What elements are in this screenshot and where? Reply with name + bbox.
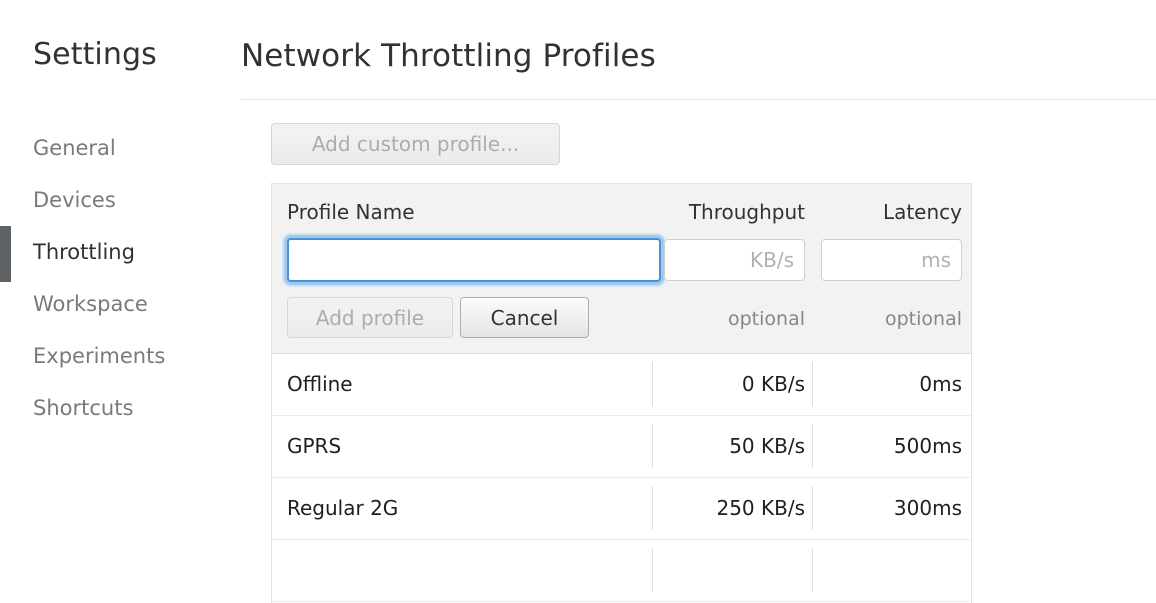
column-separator [812, 362, 813, 406]
table-row[interactable]: GPRS 50 KB/s 500ms [272, 416, 971, 478]
sidebar-item-label: Shortcuts [33, 396, 133, 420]
sidebar-item-general[interactable]: General [0, 122, 241, 174]
latency-optional-label: optional [821, 308, 962, 330]
sidebar-item-shortcuts[interactable]: Shortcuts [0, 382, 241, 434]
sidebar-item-workspace[interactable]: Workspace [0, 278, 241, 330]
sidebar-item-throttling[interactable]: Throttling [0, 226, 241, 278]
settings-window: Settings General Devices Throttling Work… [0, 0, 1156, 556]
new-profile-input-row [272, 236, 971, 291]
column-separator [652, 548, 653, 592]
sidebar-item-devices[interactable]: Devices [0, 174, 241, 226]
throughput-input[interactable] [664, 239, 805, 281]
cell-throughput: 250 KB/s [664, 496, 805, 520]
cell-latency: 500ms [821, 434, 962, 458]
settings-sidebar: Settings General Devices Throttling Work… [0, 0, 241, 556]
sidebar-item-label: Throttling [33, 240, 135, 264]
column-separator [812, 548, 813, 592]
column-separator [652, 486, 653, 530]
column-separator [652, 362, 653, 406]
sidebar-item-label: Experiments [33, 344, 165, 368]
cell-throughput: 50 KB/s [664, 434, 805, 458]
add-profile-button[interactable]: Add profile [287, 297, 453, 338]
cell-latency: 0ms [821, 372, 962, 396]
throttling-settings-pane: Network Throttling Profiles Add custom p… [241, 0, 1156, 556]
column-separator [812, 424, 813, 468]
throttling-profiles-table: Profile Name Throughput Latency Add prof… [271, 183, 972, 603]
sidebar-item-label: Workspace [33, 292, 148, 316]
sidebar-item-experiments[interactable]: Experiments [0, 330, 241, 382]
table-row[interactable]: Offline 0 KB/s 0ms [272, 354, 971, 416]
sidebar-title: Settings [33, 40, 157, 70]
sidebar-item-label: General [33, 136, 116, 160]
sidebar-nav-list: General Devices Throttling Workspace Exp… [0, 122, 241, 434]
column-header-profile-name: Profile Name [287, 200, 415, 224]
column-header-throughput: Throughput [664, 200, 805, 224]
selection-indicator-bar [0, 226, 11, 282]
column-separator [812, 486, 813, 530]
cancel-button[interactable]: Cancel [460, 297, 589, 338]
cell-profile-name: Offline [287, 372, 353, 396]
column-header-latency: Latency [821, 200, 962, 224]
column-separator [652, 424, 653, 468]
table-row[interactable] [272, 540, 971, 602]
table-row[interactable]: Regular 2G 250 KB/s 300ms [272, 478, 971, 540]
cell-profile-name: GPRS [287, 434, 341, 458]
sidebar-item-label: Devices [33, 188, 116, 212]
latency-input[interactable] [821, 239, 962, 281]
cell-latency: 300ms [821, 496, 962, 520]
new-profile-editor: Profile Name Throughput Latency Add prof… [272, 184, 971, 354]
table-header-row: Profile Name Throughput Latency [272, 184, 971, 236]
throughput-optional-label: optional [664, 308, 805, 330]
add-custom-profile-button[interactable]: Add custom profile... [271, 123, 560, 165]
profile-name-input[interactable] [287, 238, 661, 282]
title-divider [241, 99, 1156, 100]
cell-profile-name: Regular 2G [287, 496, 398, 520]
cell-throughput: 0 KB/s [664, 372, 805, 396]
new-profile-actions-row: Add profile Cancel optional optional [272, 291, 971, 353]
page-title: Network Throttling Profiles [241, 41, 656, 72]
